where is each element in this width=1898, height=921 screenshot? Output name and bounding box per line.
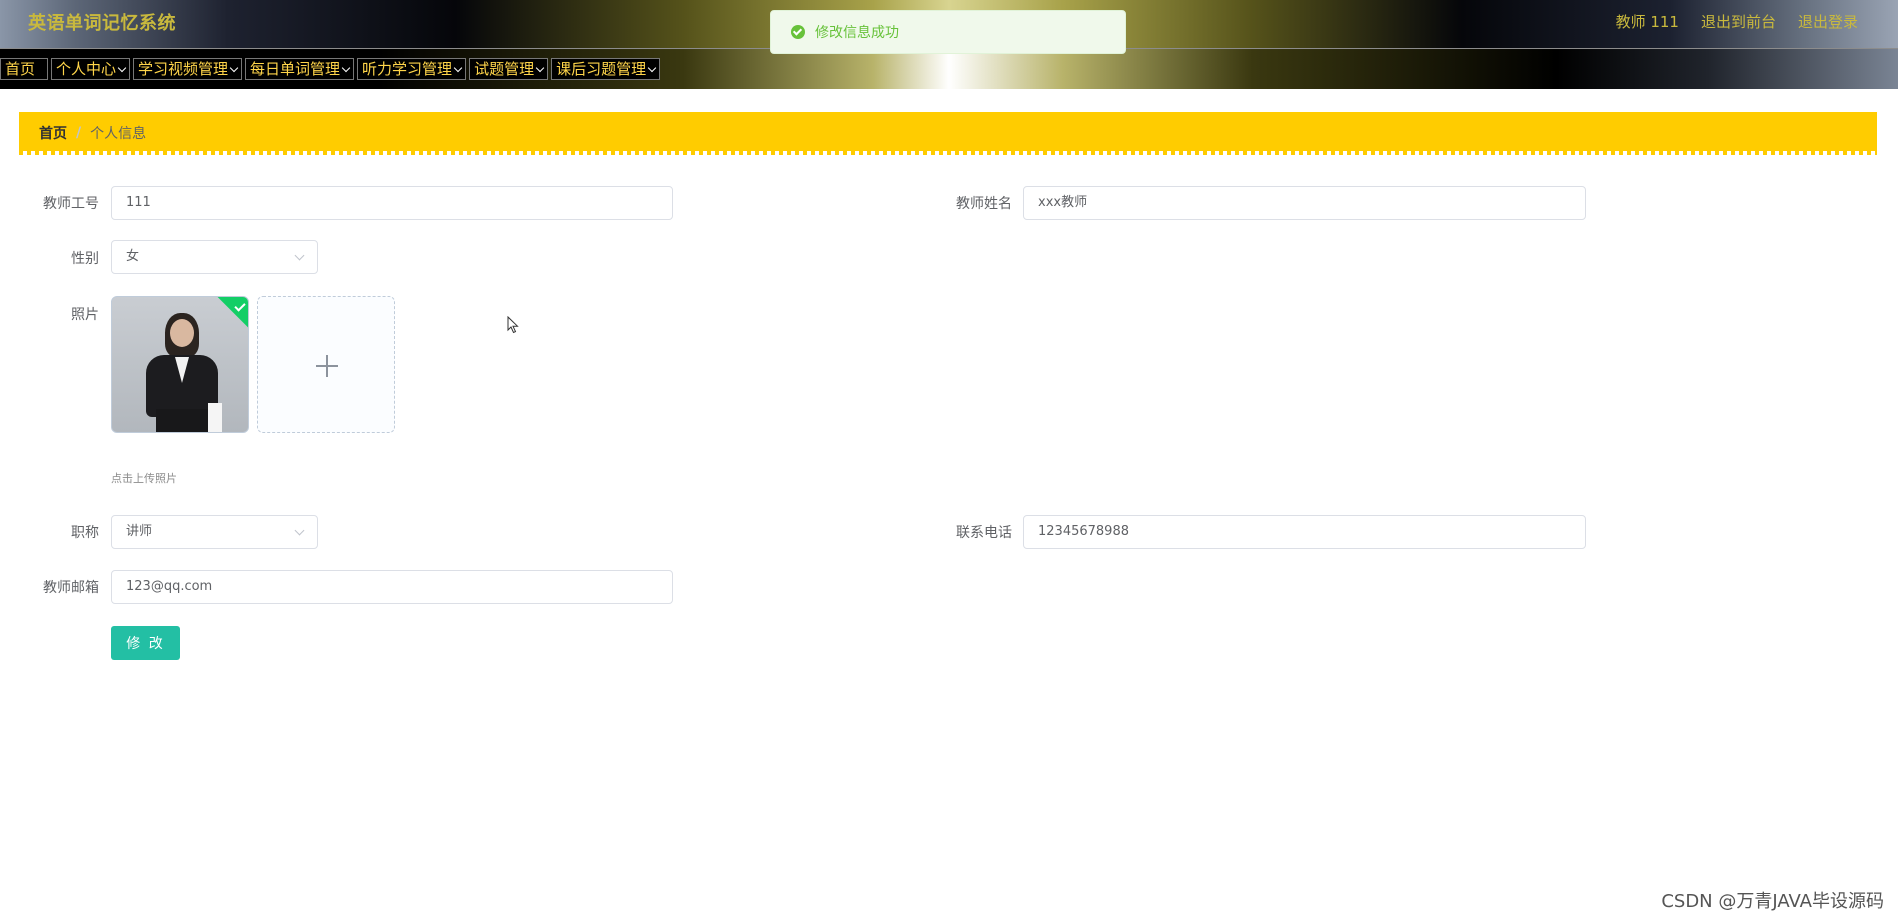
nav-item-exam-management[interactable]: 试题管理 — [469, 58, 549, 80]
title-rank-select[interactable]: 讲师 — [111, 515, 318, 549]
email-input[interactable]: 123@qq.com — [111, 570, 673, 604]
nav-item-label: 试题管理 — [474, 59, 535, 78]
upload-success-badge — [216, 297, 248, 329]
current-user-label: 教师 111 — [1615, 13, 1679, 31]
chevron-down-icon — [117, 63, 127, 72]
nav-item-label: 听力学习管理 — [362, 59, 453, 78]
breadcrumb-home[interactable]: 首页 — [39, 123, 67, 143]
app-title: 英语单词记忆系统 — [28, 13, 176, 34]
nav-item-label: 首页 — [5, 59, 36, 78]
mouse-cursor-icon — [507, 316, 519, 334]
header-actions: 教师 111 退出到前台 退出登录 — [1616, 11, 1858, 32]
nav-menu: 首页 个人中心 学习视频管理 每日单词管理 听力学习管理 试题管理 课后习题管理 — [0, 58, 663, 80]
title-rank-label: 职称 — [71, 525, 99, 541]
nav-item-home[interactable]: 首页 — [0, 58, 48, 80]
teacher-id-label: 教师工号 — [43, 196, 99, 212]
photo-label: 照片 — [71, 307, 99, 323]
main-nav: 首页 个人中心 学习视频管理 每日单词管理 听力学习管理 试题管理 课后习题管理 — [0, 49, 1898, 89]
chevron-down-icon — [229, 63, 239, 72]
nav-item-homework-management[interactable]: 课后习题管理 — [551, 58, 661, 80]
success-check-icon — [791, 25, 805, 39]
teacher-name-input[interactable]: xxx教师 — [1023, 186, 1586, 220]
exit-to-front-link[interactable]: 退出到前台 — [1701, 11, 1776, 32]
phone-label: 联系电话 — [956, 525, 1012, 541]
photo-figure — [208, 403, 222, 432]
photo-upload-button[interactable] — [257, 296, 395, 433]
plus-icon — [316, 355, 338, 377]
watermark: CSDN @万青JAVA毕设源码 — [1661, 891, 1884, 912]
nav-item-daily-word-management[interactable]: 每日单词管理 — [245, 58, 355, 80]
gender-select[interactable]: 女 — [111, 240, 318, 274]
chevron-down-icon — [453, 63, 463, 72]
nav-item-video-management[interactable]: 学习视频管理 — [133, 58, 243, 80]
chevron-down-icon — [647, 63, 657, 72]
nav-item-label: 课后习题管理 — [556, 59, 647, 78]
uploaded-photo[interactable] — [111, 296, 249, 433]
chevron-down-icon — [294, 525, 305, 536]
phone-input[interactable]: 12345678988 — [1023, 515, 1586, 549]
nav-item-listening-management[interactable]: 听力学习管理 — [357, 58, 467, 80]
logout-link[interactable]: 退出登录 — [1798, 11, 1858, 32]
nav-item-label: 个人中心 — [56, 59, 117, 78]
toast-message: 修改信息成功 — [815, 25, 899, 41]
teacher-name-label: 教师姓名 — [956, 196, 1012, 212]
nav-item-personal-center[interactable]: 个人中心 — [51, 58, 131, 80]
photo-figure — [170, 319, 194, 347]
gender-label: 性别 — [71, 251, 99, 267]
breadcrumb-separator: / — [76, 125, 82, 141]
photo-figure — [156, 409, 208, 432]
breadcrumb-bar: 首页 / 个人信息 — [19, 112, 1877, 155]
chevron-down-icon — [535, 63, 545, 72]
gender-select-value: 女 — [126, 249, 140, 264]
breadcrumb: 首页 / 个人信息 — [39, 123, 146, 143]
chevron-down-icon — [294, 250, 305, 261]
nav-item-label: 学习视频管理 — [138, 59, 229, 78]
nav-item-label: 每日单词管理 — [250, 59, 341, 78]
save-button[interactable]: 修 改 — [111, 626, 180, 660]
photo-upload-hint: 点击上传照片 — [111, 472, 177, 485]
title-rank-select-value: 讲师 — [126, 524, 153, 539]
email-label: 教师邮箱 — [43, 580, 99, 596]
chevron-down-icon — [341, 63, 351, 72]
breadcrumb-current: 个人信息 — [90, 126, 147, 142]
teacher-id-input[interactable]: 111 — [111, 186, 673, 220]
success-toast: 修改信息成功 — [770, 10, 1126, 54]
